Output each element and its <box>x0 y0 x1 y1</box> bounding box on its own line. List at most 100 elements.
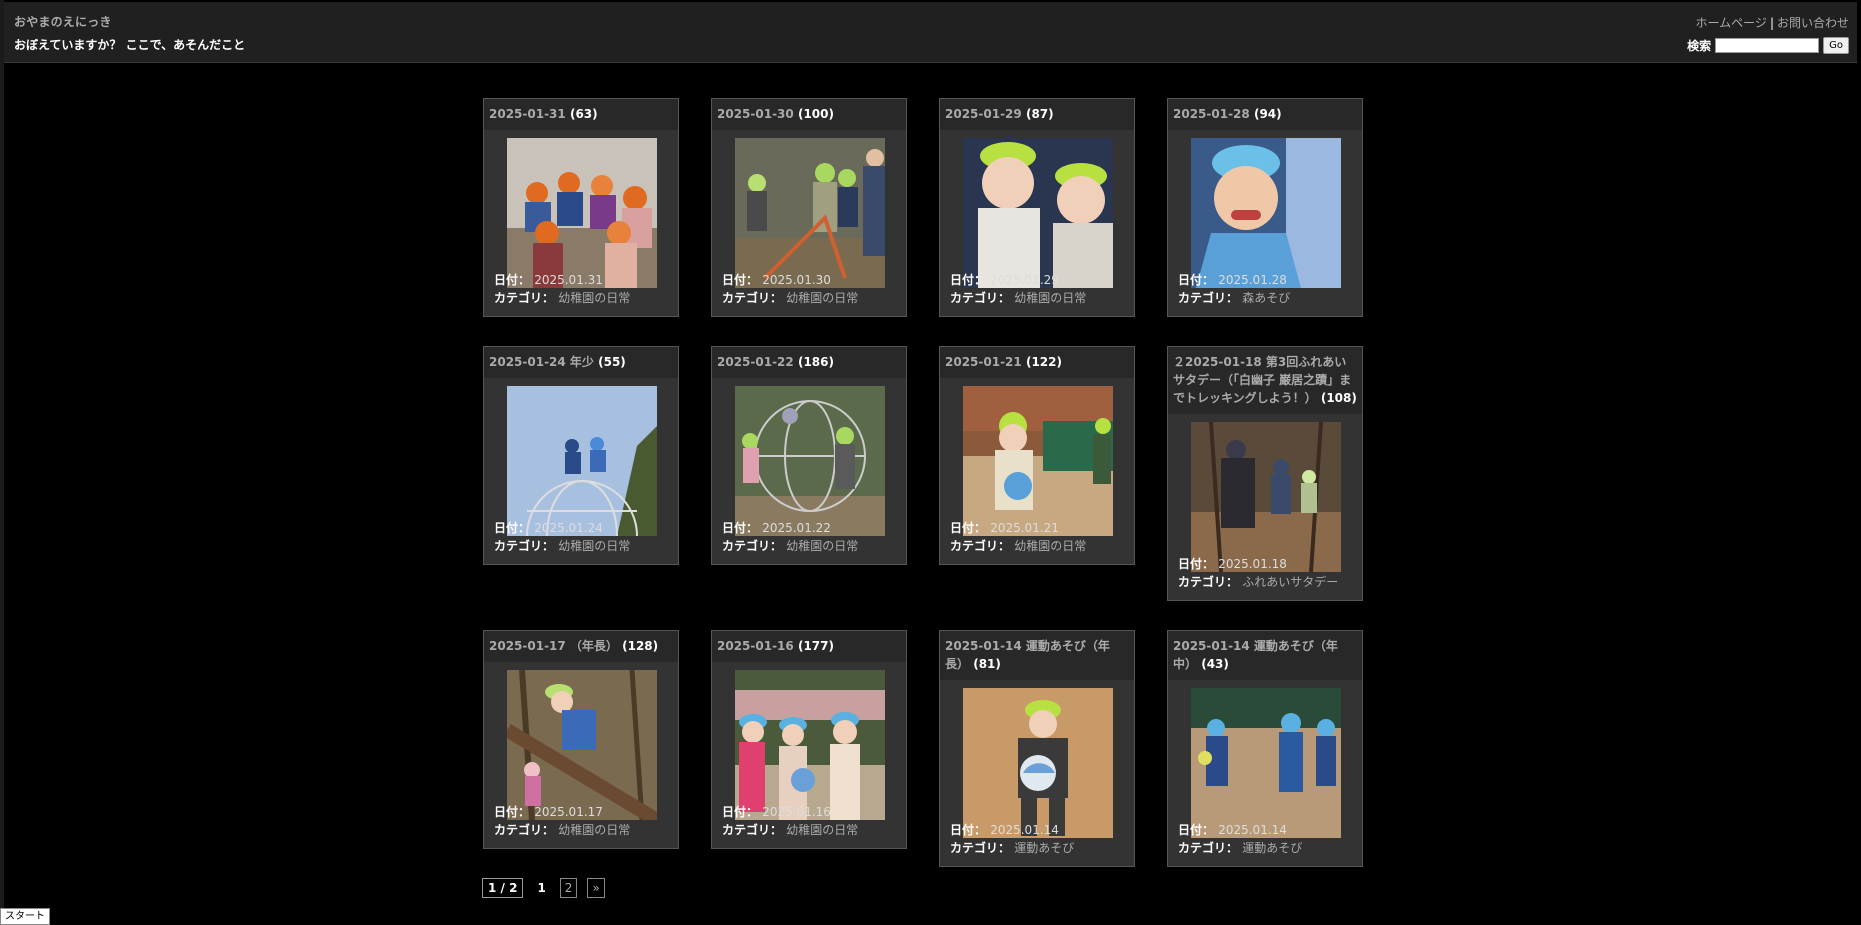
album-category: カテゴリ： 幼稚園の日常 <box>722 537 858 555</box>
date-label: 日付： <box>950 273 987 287</box>
album-title[interactable]: 2025-01-28 (94) <box>1168 99 1362 130</box>
album-card[interactable]: 2025-01-22 (186) 日付： 2025.01.22 カテゴリ： 幼稚… <box>711 346 907 565</box>
category-link[interactable]: 幼稚園の日常 <box>558 291 630 305</box>
album-thumbnail[interactable] <box>1191 138 1341 288</box>
category-link[interactable]: 幼稚園の日常 <box>786 823 858 837</box>
album-thumbnail[interactable] <box>735 138 885 288</box>
link-separator: | <box>1769 16 1774 30</box>
album-date: 日付： 2025.01.17 <box>494 803 603 821</box>
category-link[interactable]: 幼稚園の日常 <box>786 539 858 553</box>
category-label: カテゴリ： <box>950 539 1011 553</box>
category-label: カテゴリ： <box>494 539 555 553</box>
album-thumbnail[interactable] <box>735 670 885 820</box>
site-header: おやまのえにっき おぼえていますか？ ここで、あそんだこと ホームページ | お問い… <box>4 2 1857 63</box>
album-title-text[interactable]: 2025-01-14 運動あそび（年中） <box>1173 639 1338 671</box>
album-card[interactable]: 2025-01-14 運動あそび（年長） (81) 日付： 2025.01.14… <box>939 630 1135 867</box>
category-link[interactable]: 幼稚園の日常 <box>558 823 630 837</box>
album-card[interactable]: 2025-01-31 (63) 日付： 2025.01.31 カテゴリ： 幼稚園… <box>483 98 679 317</box>
album-thumbnail[interactable] <box>507 670 657 820</box>
date-value: 2025.01.31 <box>534 273 603 287</box>
category-label: カテゴリ： <box>722 539 783 553</box>
album-date: 日付： 2025.01.29 <box>950 271 1059 289</box>
album-title-text[interactable]: 2025-01-31 <box>489 107 566 121</box>
search-label: 検索 <box>1687 39 1712 53</box>
album-title-text[interactable]: 2025-01-28 <box>1173 107 1250 121</box>
album-title-text[interactable]: 2025-01-14 運動あそび（年長） <box>945 639 1110 671</box>
album-category: カテゴリ： 運動あそび <box>1178 839 1302 857</box>
album-title[interactable]: 2025-01-14 運動あそび（年長） (81) <box>940 631 1134 680</box>
album-card[interactable]: 2025-01-21 (122) 日付： 2025.01.21 カテゴリ： 幼稚… <box>939 346 1135 565</box>
current-page: 1 <box>537 881 546 895</box>
next-page-link[interactable]: » <box>587 878 605 898</box>
category-link[interactable]: 森あそび <box>1242 291 1290 305</box>
category-link[interactable]: 幼稚園の日常 <box>1014 539 1086 553</box>
category-label: カテゴリ： <box>722 823 783 837</box>
album-category: カテゴリ： ふれあいサタデー <box>1178 573 1338 591</box>
album-thumbnail[interactable] <box>735 386 885 536</box>
category-link[interactable]: ふれあいサタデー <box>1242 575 1338 589</box>
date-label: 日付： <box>1178 273 1215 287</box>
album-title-text[interactable]: 2025-01-30 <box>717 107 794 121</box>
album-thumbnail[interactable] <box>963 138 1113 288</box>
album-title[interactable]: 2025-01-14 運動あそび（年中） (43) <box>1168 631 1362 680</box>
album-card[interactable]: 2025-01-30 (100) 日付： 2025.01.30 カテゴリ： 幼稚… <box>711 98 907 317</box>
album-card[interactable]: 2025-01-28 (94) 日付： 2025.01.28 カテゴリ： 森あそ… <box>1167 98 1363 317</box>
album-date: 日付： 2025.01.30 <box>722 271 831 289</box>
search-go-button[interactable]: Go <box>1823 37 1849 54</box>
album-title-text[interactable]: 2025-01-22 <box>717 355 794 369</box>
album-thumbnail[interactable] <box>963 386 1113 536</box>
album-category: カテゴリ： 幼稚園の日常 <box>494 537 630 555</box>
album-title[interactable]: 2025-01-21 (122) <box>940 347 1134 378</box>
pagination: 1 / 2 1 2 » <box>482 878 605 898</box>
album-title[interactable]: 2025-01-17 （年長） (128) <box>484 631 678 662</box>
date-label: 日付： <box>494 273 531 287</box>
category-label: カテゴリ： <box>722 291 783 305</box>
album-thumbnail[interactable] <box>507 386 657 536</box>
album-title[interactable]: 2025-01-22 (186) <box>712 347 906 378</box>
album-title[interactable]: 2025-01-31 (63) <box>484 99 678 130</box>
home-link[interactable]: ホームページ <box>1696 16 1767 30</box>
album-card[interactable]: 2025-01-24 年少 (55) 日付： 2025.01.24 カテゴリ： … <box>483 346 679 565</box>
album-photo-count: (87) <box>1025 107 1054 121</box>
category-link[interactable]: 運動あそび <box>1014 841 1074 855</box>
album-card[interactable]: 2025-01-29 (87) 日付： 2025.01.29 カテゴリ： 幼稚園… <box>939 98 1135 317</box>
album-category: カテゴリ： 幼稚園の日常 <box>950 289 1086 307</box>
album-thumbnail[interactable] <box>1191 688 1341 838</box>
site-title[interactable]: おやまのえにっき <box>14 13 112 30</box>
category-link[interactable]: 幼稚園の日常 <box>786 291 858 305</box>
album-thumbnail[interactable] <box>507 138 657 288</box>
album-title[interactable]: 2025-01-30 (100) <box>712 99 906 130</box>
start-button[interactable]: スタート <box>0 908 50 925</box>
album-title[interactable]: 2025-01-24 年少 (55) <box>484 347 678 378</box>
date-value: 2025.01.16 <box>762 805 831 819</box>
album-title-text[interactable]: 2025-01-17 （年長） <box>489 639 618 653</box>
album-photo-count: (63) <box>569 107 598 121</box>
album-category: カテゴリ： 幼稚園の日常 <box>722 821 858 839</box>
album-title-text[interactable]: 2025-01-24 年少 <box>489 355 594 369</box>
category-link[interactable]: 幼稚園の日常 <box>558 539 630 553</box>
date-value: 2025.01.14 <box>1218 823 1287 837</box>
album-card[interactable]: 2025-01-14 運動あそび（年中） (43) 日付： 2025.01.14… <box>1167 630 1363 867</box>
album-photo-count: (128) <box>622 639 659 653</box>
page-background <box>0 0 1861 923</box>
album-title-text[interactable]: 2025-01-16 <box>717 639 794 653</box>
album-thumbnail[interactable] <box>1191 422 1341 572</box>
album-photo-count: (43) <box>1201 657 1229 671</box>
category-link[interactable]: 運動あそび <box>1242 841 1302 855</box>
search-input[interactable] <box>1715 38 1820 53</box>
album-date: 日付： 2025.01.14 <box>1178 821 1287 839</box>
category-label: カテゴリ： <box>1178 841 1239 855</box>
album-card[interactable]: 2025-01-17 （年長） (128) 日付： 2025.01.17 カテゴ… <box>483 630 679 849</box>
album-title-text[interactable]: 2025-01-21 <box>945 355 1022 369</box>
album-card[interactable]: 2025-01-16 (177) 日付： 2025.01.16 カテゴリ： 幼稚… <box>711 630 907 849</box>
album-title[interactable]: 2025-01-29 (87) <box>940 99 1134 130</box>
album-date: 日付： 2025.01.28 <box>1178 271 1287 289</box>
album-card[interactable]: ２2025-01-18 第3回ふれあいサタデー（「白幽子 巌居之蹟」までトレッキ… <box>1167 346 1363 601</box>
page-link-2[interactable]: 2 <box>559 878 578 898</box>
album-thumbnail[interactable] <box>963 688 1113 838</box>
contact-link[interactable]: お問い合わせ <box>1777 16 1849 30</box>
album-title-text[interactable]: 2025-01-29 <box>945 107 1022 121</box>
album-title[interactable]: 2025-01-16 (177) <box>712 631 906 662</box>
category-link[interactable]: 幼稚園の日常 <box>1014 291 1086 305</box>
album-title[interactable]: ２2025-01-18 第3回ふれあいサタデー（「白幽子 巌居之蹟」までトレッキ… <box>1168 347 1362 414</box>
